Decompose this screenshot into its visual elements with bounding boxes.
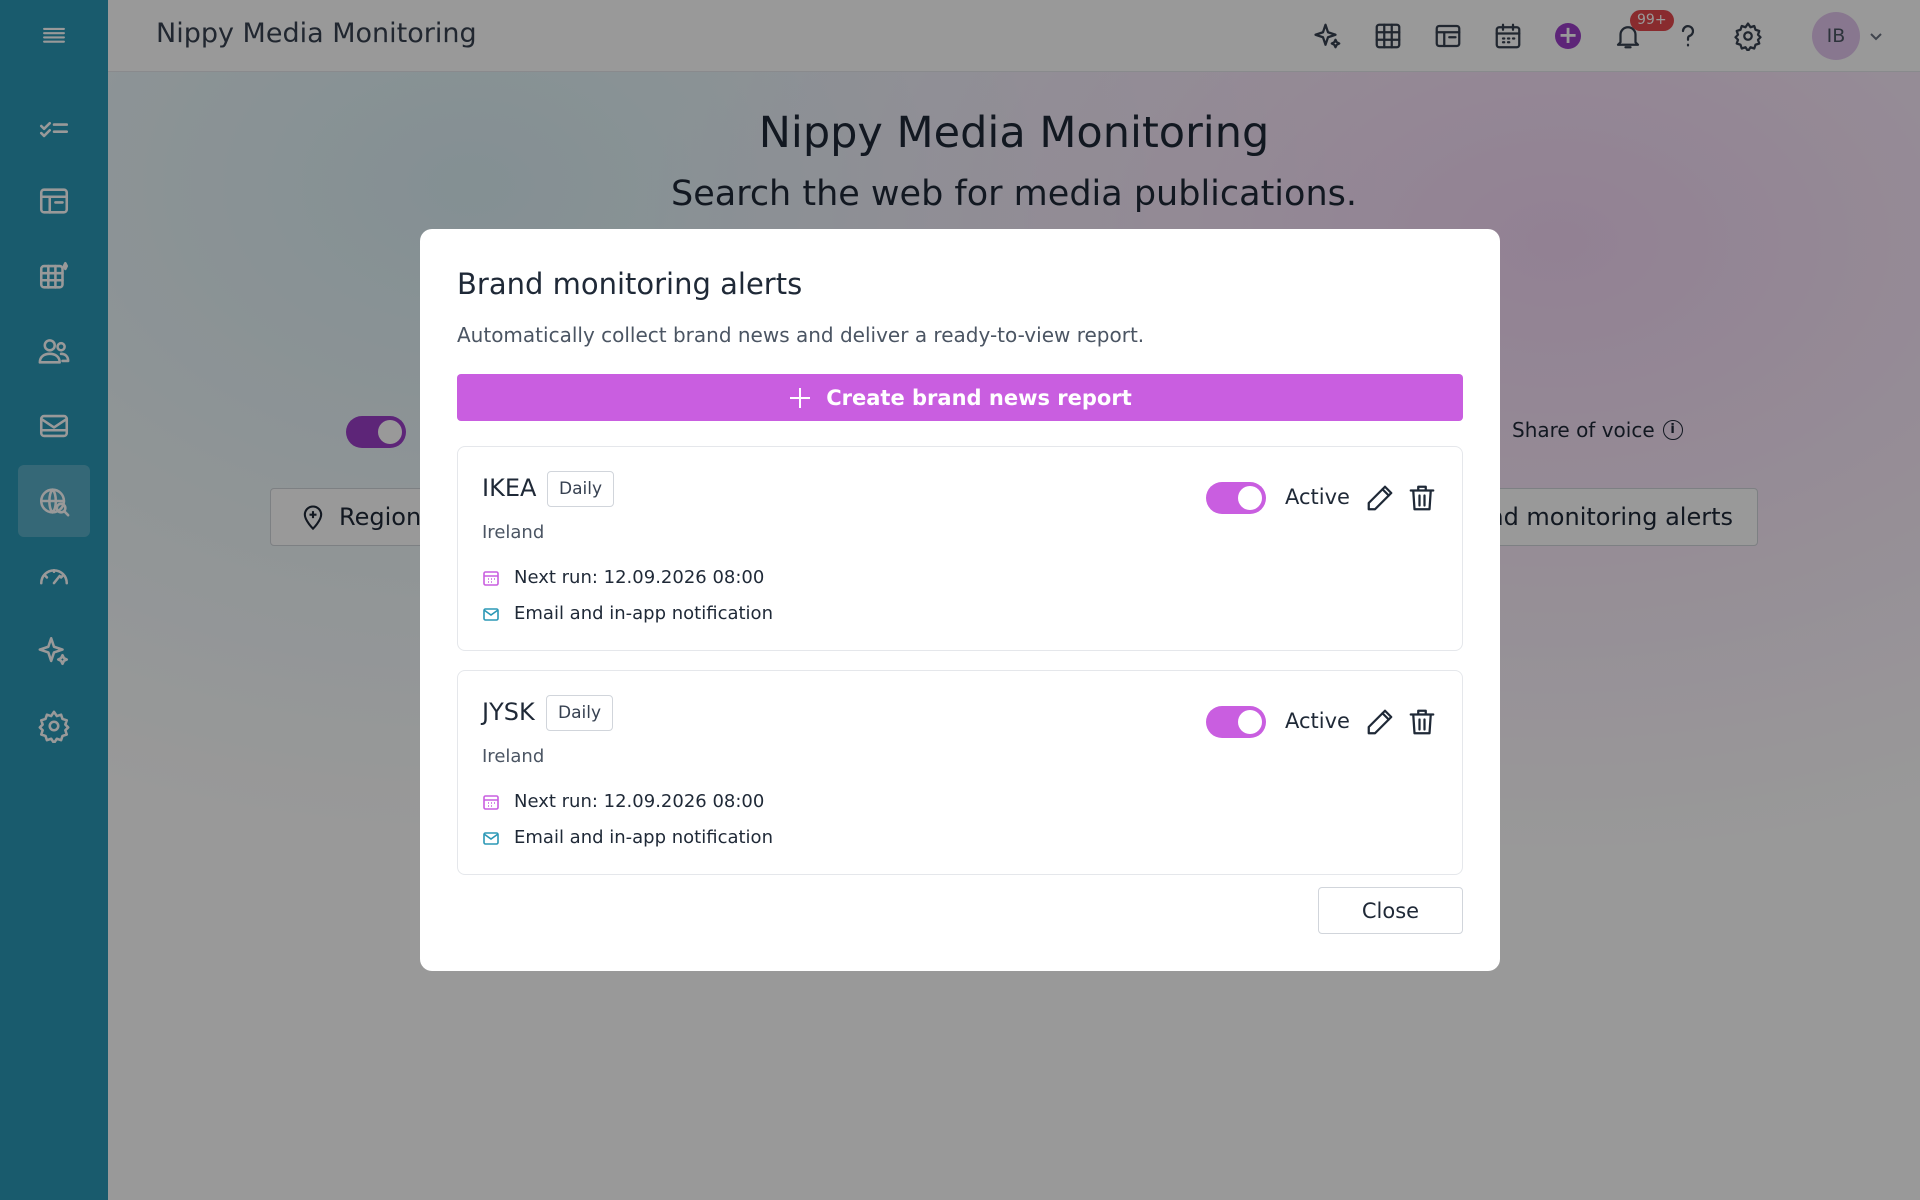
mail-icon <box>483 607 499 621</box>
next-run-row: Next run: 12.09.2026 08:00 <box>482 791 764 812</box>
plus-icon <box>788 386 812 410</box>
active-toggle[interactable] <box>1206 706 1266 738</box>
status-label: Active <box>1285 709 1350 733</box>
create-brand-news-report-button[interactable]: Create brand news report <box>457 374 1463 421</box>
next-run-row: Next run: 12.09.2026 08:00 <box>482 567 764 588</box>
alert-region: Ireland <box>482 746 545 767</box>
next-run: Next run: 12.09.2026 08:00 <box>514 791 765 812</box>
notification-row: Email and in-app notification <box>482 603 773 624</box>
alert-brand-name: JYSK <box>482 698 535 726</box>
alert-region: Ireland <box>482 522 545 543</box>
alert-card: JYSK Daily Ireland Next run: 12.09.2026 … <box>457 670 1463 875</box>
edit-icon[interactable] <box>1365 483 1395 513</box>
close-button[interactable]: Close <box>1318 887 1463 934</box>
active-toggle[interactable] <box>1206 482 1266 514</box>
mail-icon <box>483 831 499 845</box>
modal-description: Automatically collect brand news and del… <box>457 323 1145 347</box>
notification-type: Email and in-app notification <box>514 827 773 848</box>
status-label: Active <box>1285 485 1350 509</box>
brand-alerts-modal: Brand monitoring alerts Automatically co… <box>420 229 1500 971</box>
calendar-icon <box>483 794 499 810</box>
trash-icon[interactable] <box>1407 483 1437 513</box>
notification-type: Email and in-app notification <box>514 603 773 624</box>
notification-row: Email and in-app notification <box>482 827 773 848</box>
create-label: Create brand news report <box>826 385 1132 410</box>
trash-icon[interactable] <box>1407 707 1437 737</box>
modal-title: Brand monitoring alerts <box>457 267 803 301</box>
next-run: Next run: 12.09.2026 08:00 <box>514 567 765 588</box>
edit-icon[interactable] <box>1365 707 1395 737</box>
calendar-icon <box>483 570 499 586</box>
frequency-badge: Daily <box>546 695 614 731</box>
frequency-badge: Daily <box>547 471 615 507</box>
alert-card: IKEA Daily Ireland Next run: 12.09.2026 … <box>457 446 1463 651</box>
alert-brand-name: IKEA <box>482 474 537 502</box>
